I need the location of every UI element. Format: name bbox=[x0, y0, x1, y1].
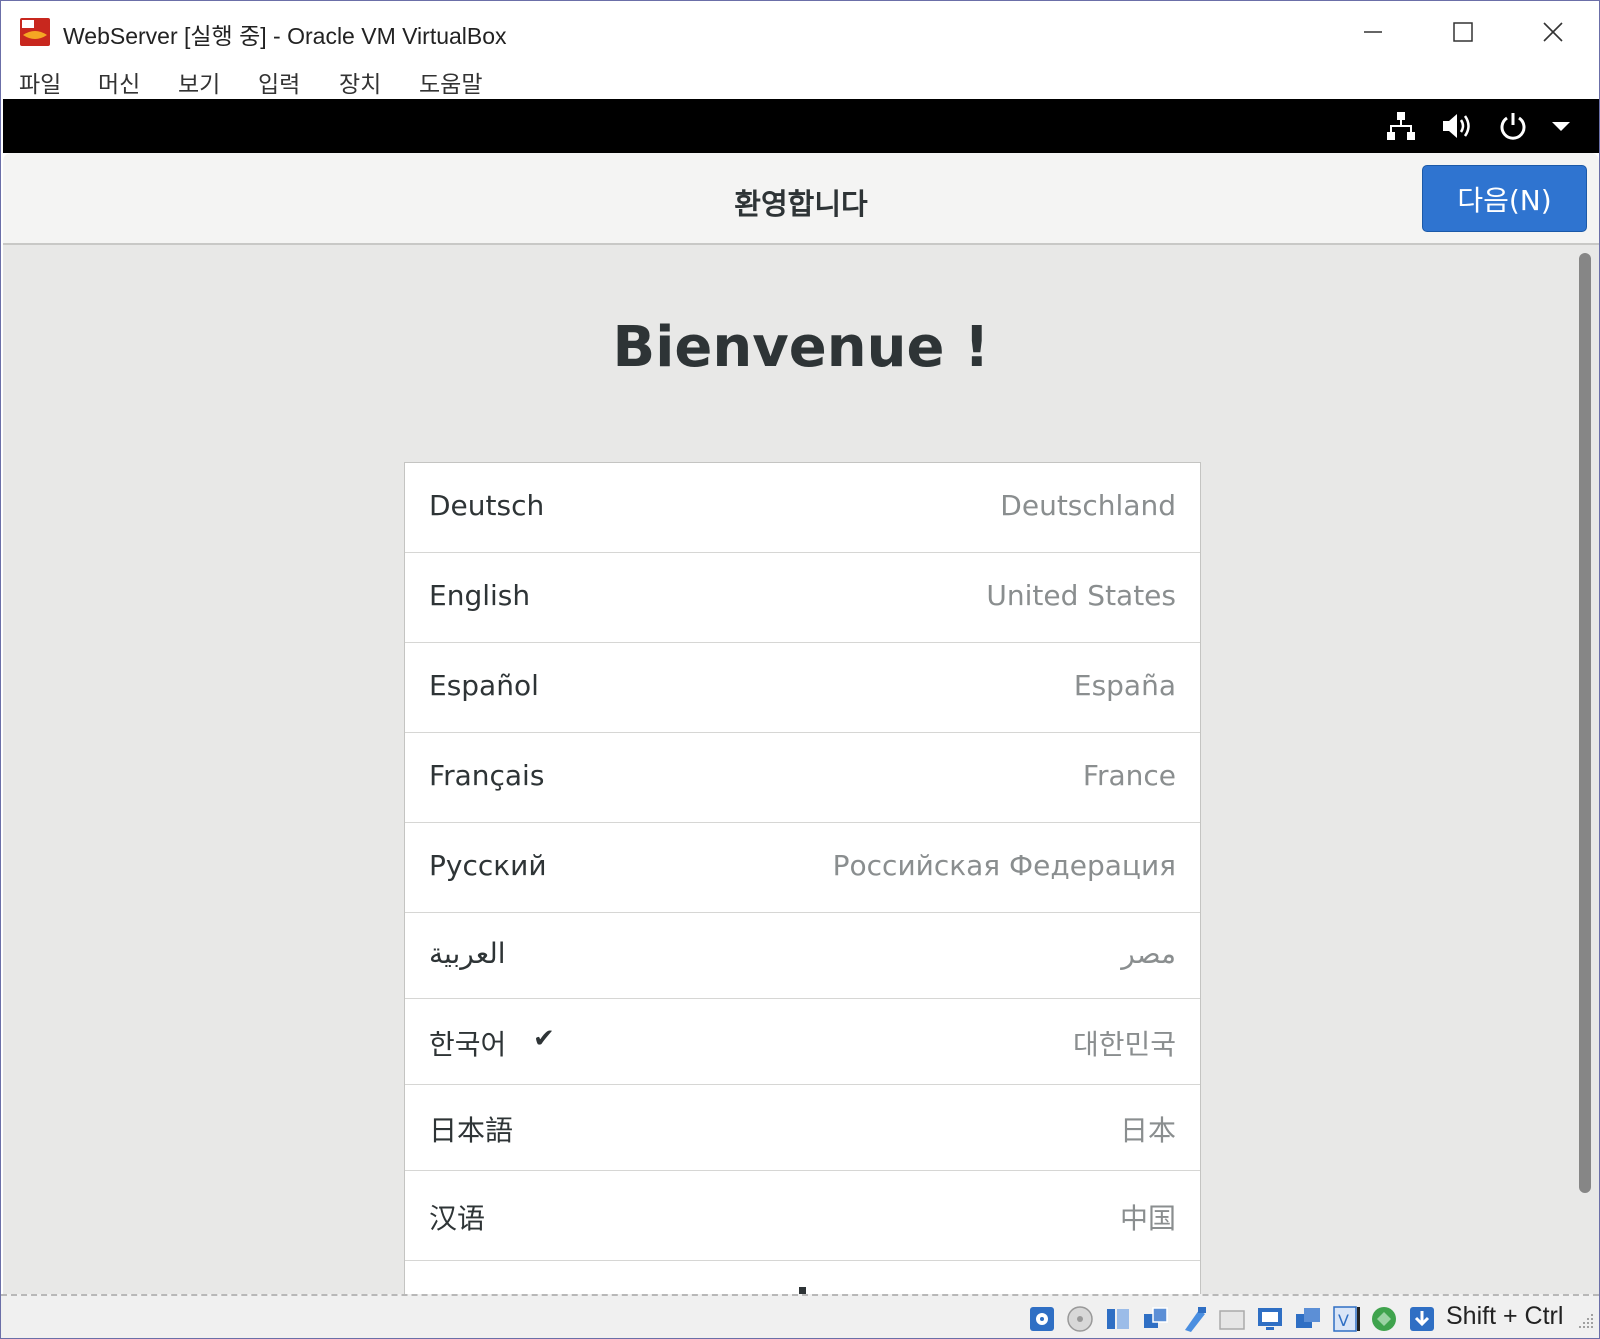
language-region: France bbox=[1082, 759, 1176, 792]
language-name: العربية bbox=[429, 937, 506, 970]
language-row-more[interactable] bbox=[405, 1261, 1200, 1295]
language-name: Français bbox=[429, 759, 545, 792]
svg-text:V: V bbox=[1338, 1311, 1349, 1330]
language-row-english[interactable]: English United States bbox=[405, 553, 1200, 643]
language-row-espanol[interactable]: Español España bbox=[405, 643, 1200, 733]
dropdown-arrow-icon[interactable] bbox=[1541, 107, 1581, 145]
language-region: 中国 bbox=[1119, 1202, 1176, 1235]
usb-icon[interactable] bbox=[1179, 1304, 1209, 1334]
language-name: 汉语 bbox=[429, 1202, 486, 1235]
language-row-francais[interactable]: Français France bbox=[405, 733, 1200, 823]
language-list: Deutsch Deutschland English United State… bbox=[404, 462, 1201, 1295]
next-button[interactable]: 다음(N) bbox=[1422, 165, 1587, 232]
menu-machine[interactable]: 머신 bbox=[98, 65, 140, 99]
more-languages-icon[interactable] bbox=[799, 1287, 806, 1294]
menu-help[interactable]: 도움말 bbox=[419, 65, 482, 99]
virtualbox-window: WebServer [실행 중] - Oracle VM VirtualBox … bbox=[0, 0, 1600, 1339]
volume-icon[interactable] bbox=[1437, 107, 1477, 145]
language-region: 대한민국 bbox=[1072, 1028, 1176, 1061]
welcome-heading: Bienvenue ! bbox=[612, 315, 990, 380]
language-row-russian[interactable]: Русский Российская Федерация bbox=[405, 823, 1200, 913]
checkmark-icon: ✔ bbox=[533, 1024, 555, 1054]
header-bar: 환영합니다 다음(N) bbox=[3, 153, 1599, 245]
cpu-vt-x-icon[interactable]: V bbox=[1331, 1304, 1361, 1334]
welcome-content: Bienvenue ! Deutsch Deutschland English … bbox=[3, 245, 1599, 1295]
title-bar: WebServer [실행 중] - Oracle VM VirtualBox bbox=[1, 1, 1599, 63]
guest-top-bar bbox=[3, 99, 1599, 153]
audio-icon[interactable] bbox=[1103, 1304, 1133, 1334]
window-title: WebServer [실행 중] - Oracle VM VirtualBox bbox=[63, 23, 507, 49]
language-name: 日本語 bbox=[429, 1114, 514, 1147]
display-icon[interactable] bbox=[1255, 1304, 1285, 1334]
language-name: Deutsch bbox=[429, 489, 545, 522]
language-region: Deutschland bbox=[1000, 489, 1176, 522]
language-name: Español bbox=[429, 669, 539, 702]
language-row-chinese[interactable]: 汉语 中国 bbox=[405, 1171, 1200, 1261]
language-region: Российская Федерация bbox=[832, 849, 1176, 882]
menu-file[interactable]: 파일 bbox=[19, 65, 61, 99]
virtualbox-app-icon bbox=[20, 18, 50, 46]
header-title: 환영합니다 bbox=[734, 187, 868, 221]
menu-view[interactable]: 보기 bbox=[178, 65, 220, 99]
language-row-japanese[interactable]: 日本語 日本 bbox=[405, 1085, 1200, 1171]
menu-bar: 파일 머신 보기 입력 장치 도움말 bbox=[1, 63, 1599, 99]
close-icon[interactable] bbox=[1523, 11, 1583, 53]
optical-drive-icon[interactable] bbox=[1065, 1304, 1095, 1334]
language-row-korean[interactable]: 한국어 ✔ 대한민국 bbox=[405, 999, 1200, 1085]
minimize-icon[interactable] bbox=[1343, 11, 1403, 53]
language-region: United States bbox=[986, 579, 1176, 612]
resize-grip-icon[interactable] bbox=[1577, 1312, 1595, 1330]
status-bar: V Shift + Ctrl bbox=[1, 1294, 1599, 1338]
power-icon[interactable] bbox=[1493, 107, 1533, 145]
host-key-label: Shift + Ctrl bbox=[1446, 1302, 1564, 1330]
keyboard-capture-icon[interactable] bbox=[1407, 1304, 1437, 1334]
scrollbar[interactable] bbox=[1579, 253, 1591, 1193]
menu-input[interactable]: 입력 bbox=[258, 65, 300, 99]
language-name: 한국어 bbox=[429, 1028, 507, 1061]
menu-devices[interactable]: 장치 bbox=[339, 65, 381, 99]
language-name: Русский bbox=[429, 849, 547, 882]
maximize-icon[interactable] bbox=[1433, 11, 1493, 53]
language-region: España bbox=[1073, 669, 1176, 702]
network-icon[interactable] bbox=[1381, 107, 1421, 145]
mouse-integration-icon[interactable] bbox=[1369, 1304, 1399, 1334]
shared-folders-icon[interactable] bbox=[1217, 1304, 1247, 1334]
language-region: 日本 bbox=[1119, 1114, 1176, 1147]
hard-disk-icon[interactable] bbox=[1027, 1304, 1057, 1334]
recording-icon[interactable] bbox=[1293, 1304, 1323, 1334]
language-row-arabic[interactable]: العربية مصر bbox=[405, 913, 1200, 999]
language-region: مصر bbox=[1121, 937, 1176, 970]
network-adapters-icon[interactable] bbox=[1141, 1304, 1171, 1334]
language-row-deutsch[interactable]: Deutsch Deutschland bbox=[405, 463, 1200, 553]
language-name: English bbox=[429, 579, 531, 612]
